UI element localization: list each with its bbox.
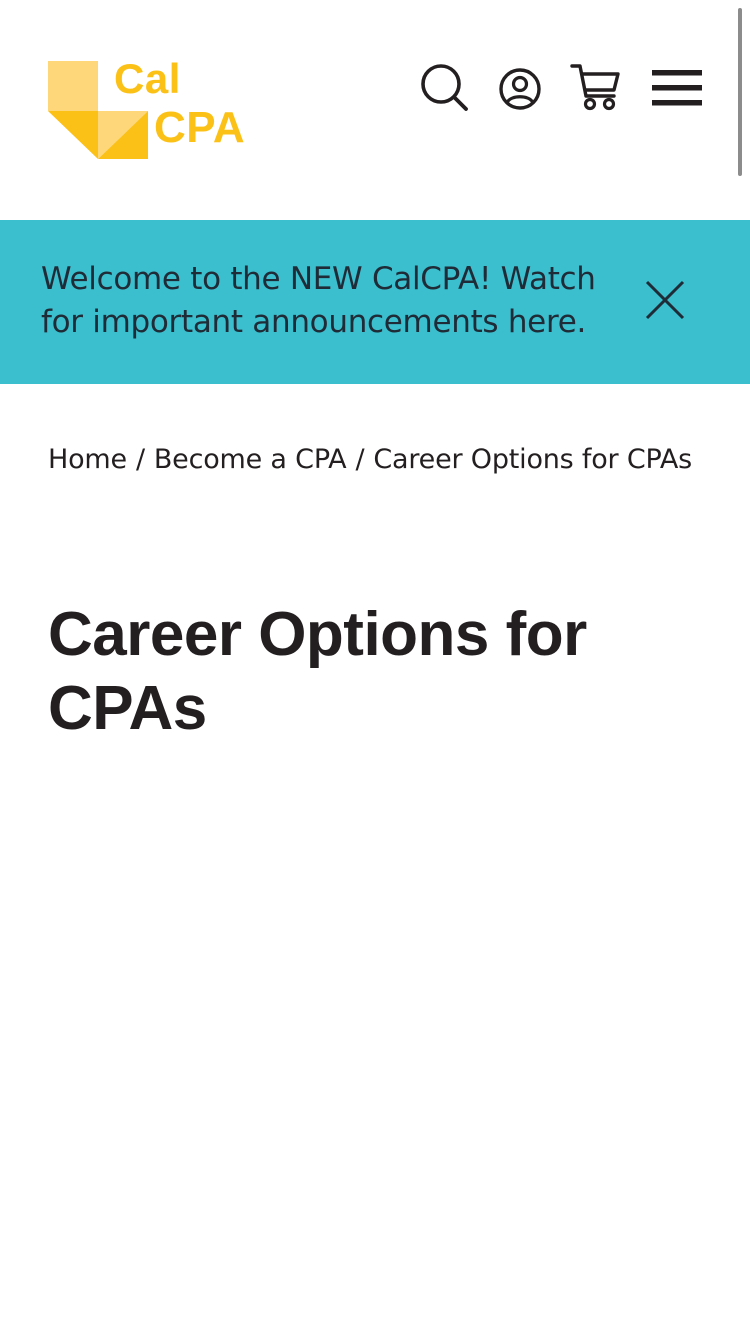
page: Cal CPA Welcome to the NEW CalCPA! Watch… [0, 0, 750, 1334]
breadcrumb-current: Career Options for CPAs [373, 444, 692, 475]
close-icon [645, 280, 685, 320]
breadcrumb: Home / Become a CPA / Career Options for CPA… [48, 442, 692, 478]
breadcrumb-separator: / [355, 444, 365, 475]
search-icon [421, 64, 468, 111]
logo-text-cpa: CPA [154, 103, 246, 152]
page-title: Career Options for CPAs [48, 600, 587, 743]
search-button[interactable] [420, 63, 470, 113]
announcement-banner: Welcome to the NEW CalCPA! Watch for imp… [0, 220, 750, 384]
close-announcement-button[interactable] [643, 278, 687, 322]
page-scrollbar[interactable] [738, 8, 742, 176]
site-header: Cal CPA [0, 0, 750, 220]
breadcrumb-home[interactable]: Home [48, 444, 127, 475]
account-icon [499, 68, 541, 110]
breadcrumb-become-a-cpa[interactable]: Become a CPA [154, 444, 347, 475]
logo-text-cal: Cal [114, 55, 181, 102]
breadcrumb-separator: / [135, 444, 145, 475]
announcement-text: Welcome to the NEW CalCPA! Watch for imp… [41, 261, 596, 340]
cart-button[interactable] [569, 60, 623, 114]
menu-button[interactable] [650, 68, 704, 108]
cart-icon [570, 64, 620, 111]
hamburger-menu-icon [652, 70, 702, 106]
account-button[interactable] [497, 66, 543, 112]
